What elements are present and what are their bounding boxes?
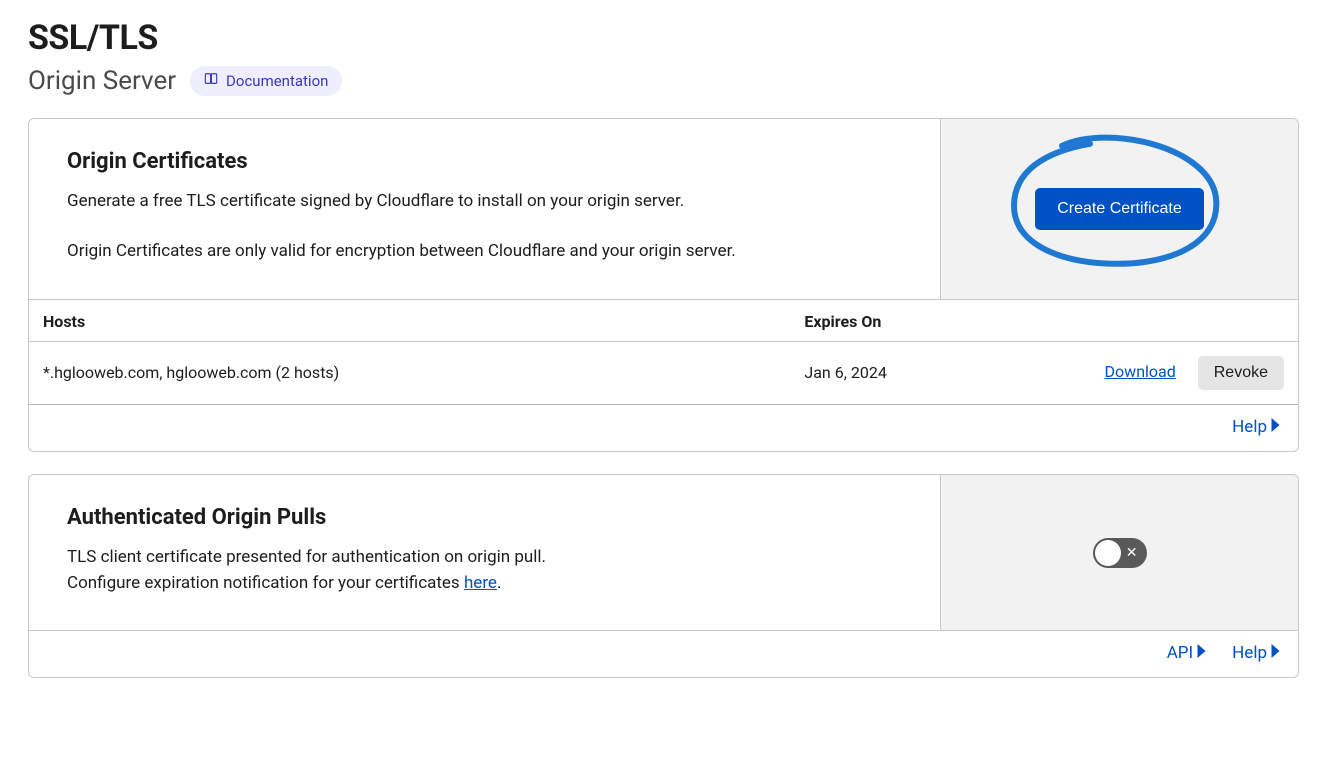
card-footer: API Help xyxy=(29,630,1298,677)
download-link[interactable]: Download xyxy=(1105,362,1176,381)
chevron-right-icon xyxy=(1271,417,1280,437)
api-label: API xyxy=(1167,643,1193,663)
card-footer: Help xyxy=(29,405,1298,451)
x-icon: ✕ xyxy=(1126,546,1138,560)
revoke-button[interactable]: Revoke xyxy=(1198,356,1284,390)
page-header: SSL/TLS Origin Server Documentation xyxy=(28,18,1299,96)
create-certificate-button[interactable]: Create Certificate xyxy=(1035,188,1204,230)
table-header-row: Hosts Expires On xyxy=(29,299,1298,341)
auth-origin-pulls-card: Authenticated Origin Pulls TLS client ce… xyxy=(28,474,1299,679)
origin-certificates-card: Origin Certificates Generate a free TLS … xyxy=(28,118,1299,452)
help-label: Help xyxy=(1232,643,1267,663)
col-hosts: Hosts xyxy=(29,299,790,341)
subtitle-row: Origin Server Documentation xyxy=(28,66,342,96)
documentation-label: Documentation xyxy=(226,72,328,90)
card-body: Origin Certificates Generate a free TLS … xyxy=(29,119,940,299)
cell-actions: Download Revoke xyxy=(1044,341,1298,404)
origin-certificates-title: Origin Certificates xyxy=(67,149,902,174)
help-label: Help xyxy=(1232,417,1267,437)
card-action-panel: Create Certificate xyxy=(940,119,1298,299)
help-link[interactable]: Help xyxy=(1232,417,1280,437)
certificates-table: Hosts Expires On *.hglooweb.com, hgloowe… xyxy=(29,299,1298,405)
page-title: SSL/TLS xyxy=(28,18,158,58)
cell-hosts: *.hglooweb.com, hglooweb.com (2 hosts) xyxy=(29,341,790,404)
auth-pulls-desc1: TLS client certificate presented for aut… xyxy=(67,544,902,570)
auth-pulls-desc2: Configure expiration notification for yo… xyxy=(67,570,902,596)
col-actions xyxy=(1044,299,1298,341)
table-row: *.hglooweb.com, hglooweb.com (2 hosts) J… xyxy=(29,341,1298,404)
card-top: Origin Certificates Generate a free TLS … xyxy=(29,119,1298,299)
origin-certificates-desc1: Generate a free TLS certificate signed b… xyxy=(67,188,902,214)
cell-expires: Jan 6, 2024 xyxy=(790,341,1044,404)
card-top: Authenticated Origin Pulls TLS client ce… xyxy=(29,475,1298,631)
api-link[interactable]: API xyxy=(1167,643,1206,663)
chevron-right-icon xyxy=(1271,643,1280,663)
toggle-knob xyxy=(1095,540,1121,566)
col-expires: Expires On xyxy=(790,299,1044,341)
documentation-link[interactable]: Documentation xyxy=(190,66,342,96)
auth-pulls-desc2-prefix: Configure expiration notification for yo… xyxy=(67,573,464,593)
book-icon xyxy=(204,72,218,90)
auth-pulls-title: Authenticated Origin Pulls xyxy=(67,505,902,530)
origin-certificates-desc2: Origin Certificates are only valid for e… xyxy=(67,238,902,264)
card-body: Authenticated Origin Pulls TLS client ce… xyxy=(29,475,940,631)
chevron-right-icon xyxy=(1197,643,1206,663)
help-link[interactable]: Help xyxy=(1232,643,1280,663)
card-action-panel: ✕ xyxy=(940,475,1298,631)
page-subtitle: Origin Server xyxy=(28,66,176,96)
auth-pulls-desc2-suffix: . xyxy=(497,573,501,593)
config-expiration-link[interactable]: here xyxy=(464,573,497,593)
auth-pulls-toggle[interactable]: ✕ xyxy=(1093,538,1147,568)
